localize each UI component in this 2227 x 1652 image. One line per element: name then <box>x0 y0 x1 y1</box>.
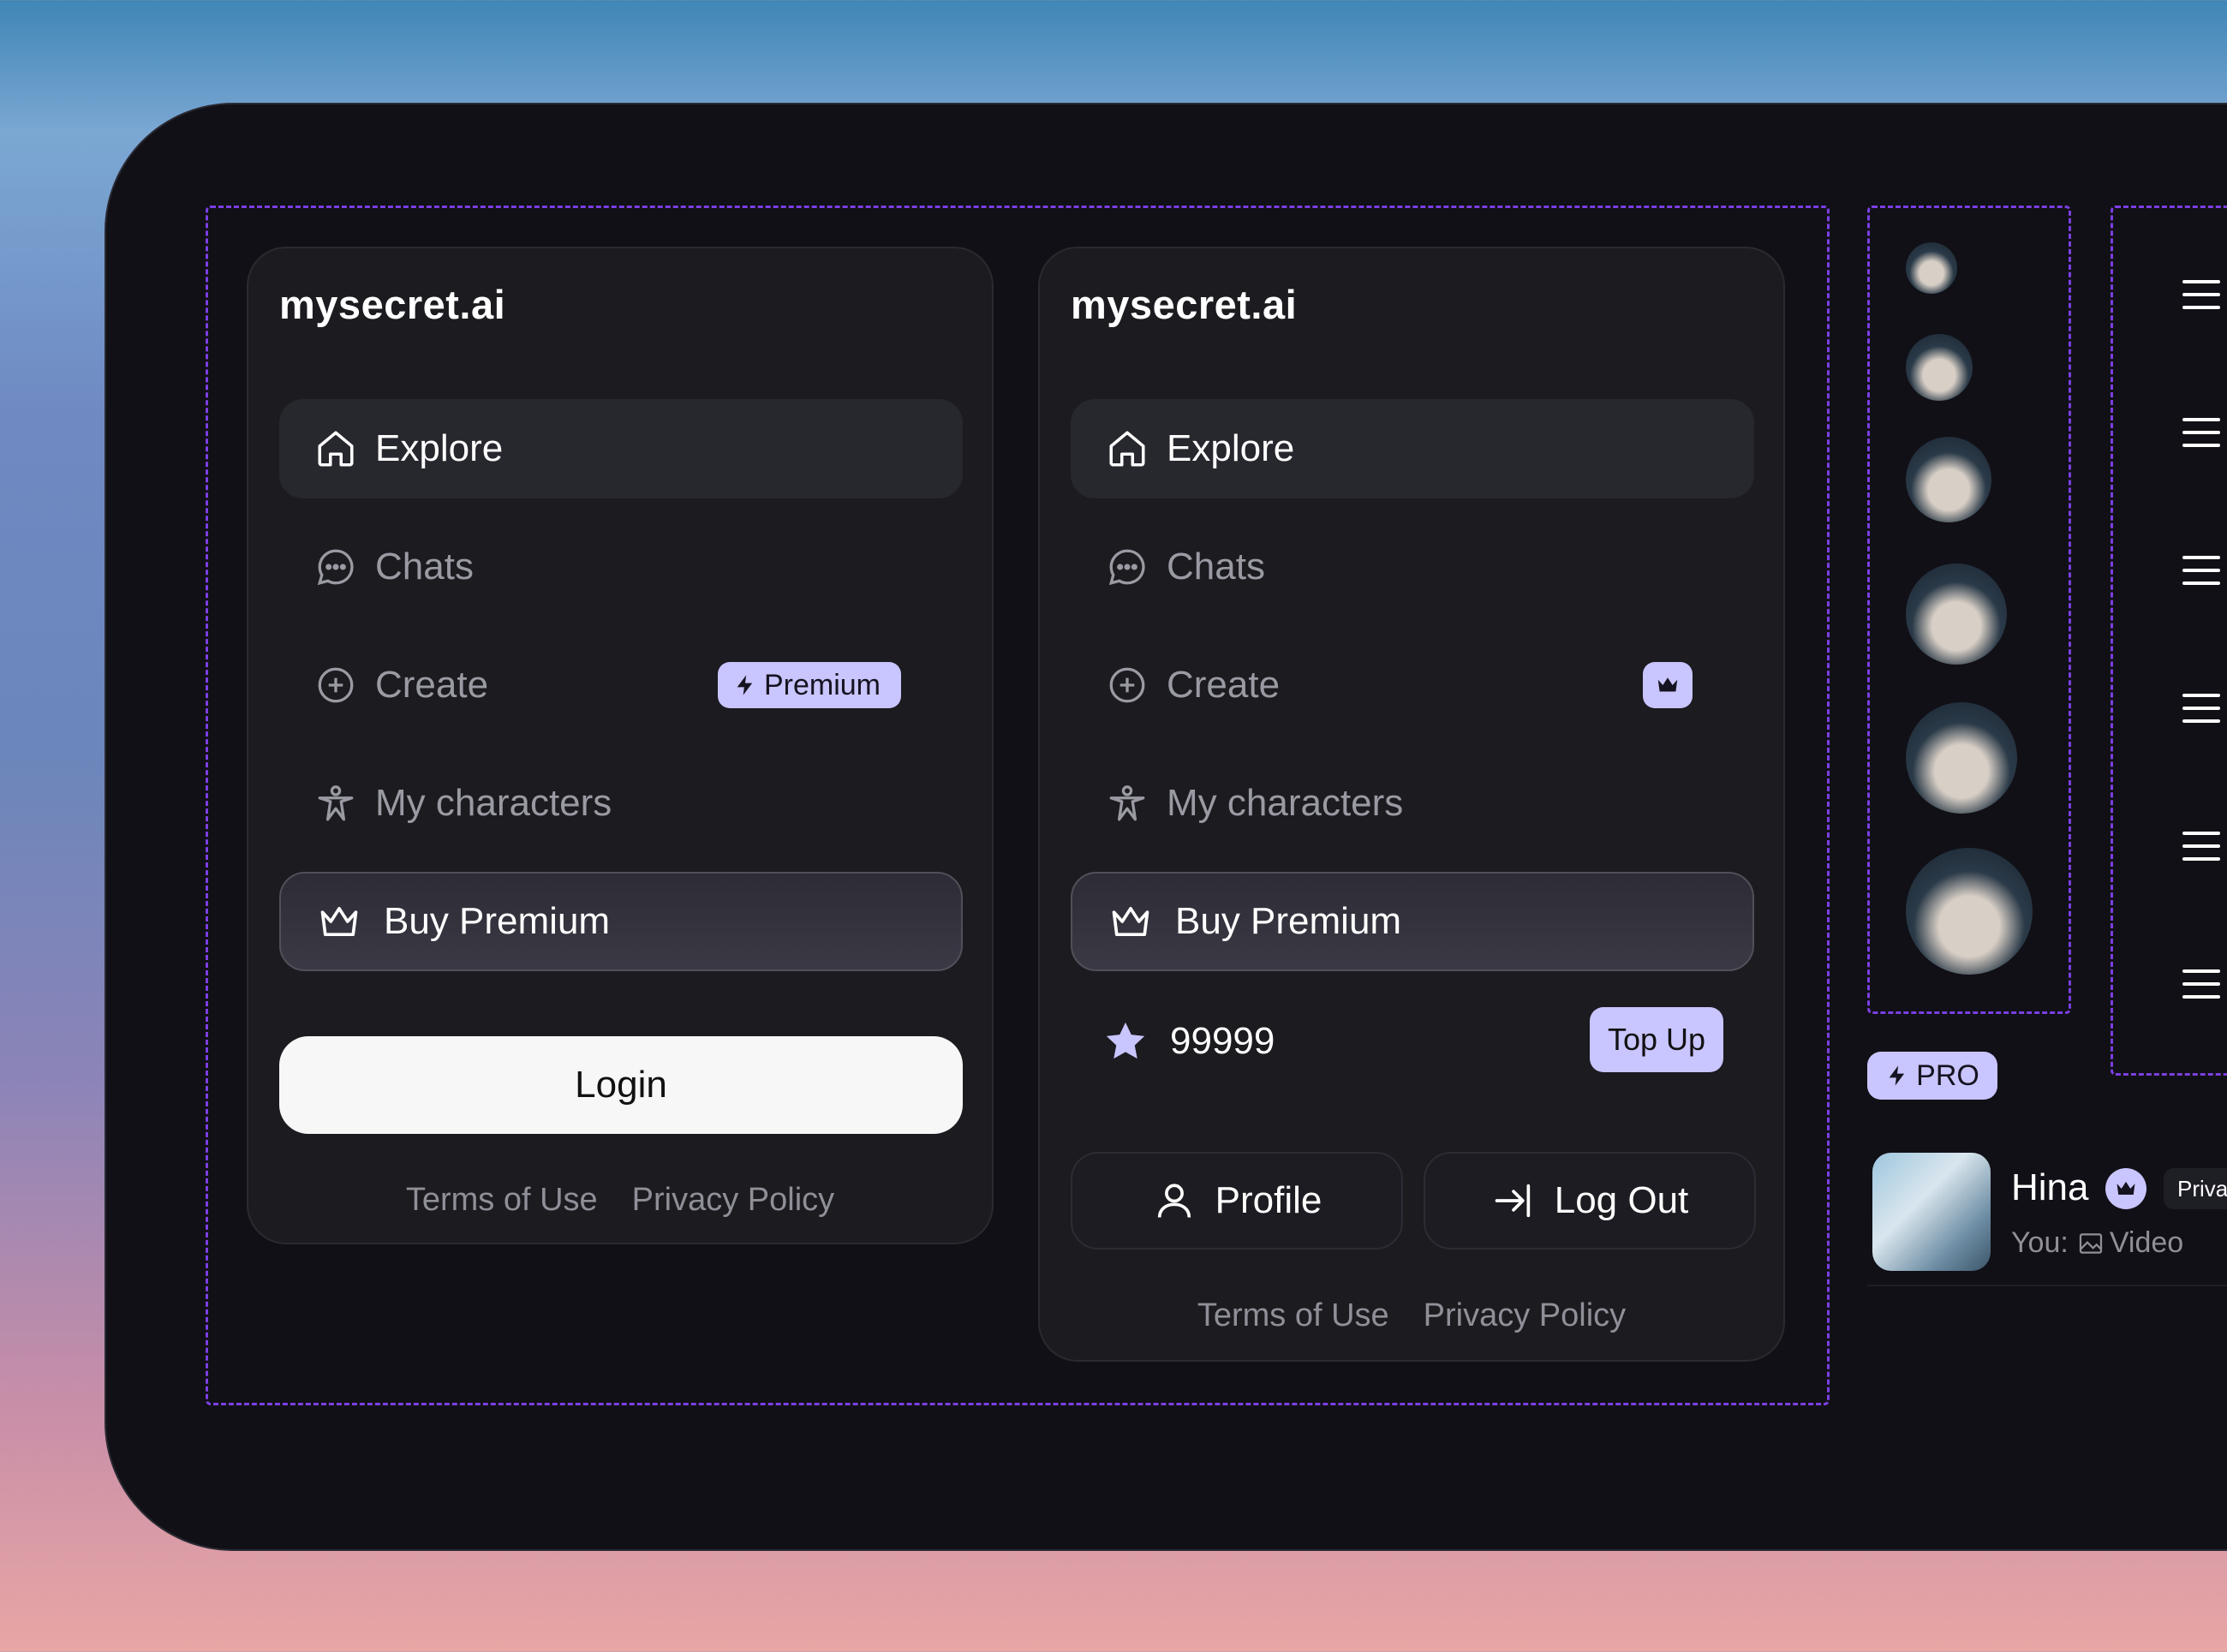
nav-item-explore[interactable]: Explore <box>1071 399 1754 498</box>
person-icon <box>313 781 358 826</box>
avatar-sm <box>1906 334 1973 401</box>
sidebar-logged-in: mysecret.ai Explore Chats Create My char… <box>1038 247 1785 1362</box>
menu-icon[interactable] <box>2182 832 2220 870</box>
login-button[interactable]: Login <box>279 1036 963 1134</box>
credits-balance: 99999 <box>1170 1020 1275 1062</box>
chat-name: Hina <box>2011 1166 2089 1208</box>
chat-bubble-icon <box>313 545 358 589</box>
credits-row: 99999 Top Up <box>1071 1007 1754 1076</box>
chat-preview: You: Video <box>2011 1226 2184 1259</box>
menu-icon[interactable] <box>2182 418 2220 456</box>
nav-item-label: Explore <box>375 427 504 469</box>
crown-icon <box>315 898 363 945</box>
crown-icon <box>2117 1181 2135 1195</box>
nav-item-label: Create <box>1167 664 1281 706</box>
buy-premium-button[interactable]: Buy Premium <box>279 872 963 971</box>
menu-icon[interactable] <box>2182 280 2220 319</box>
avatar-xxl <box>1906 848 2033 975</box>
image-icon <box>2079 1232 2102 1254</box>
plus-circle-icon <box>313 663 358 707</box>
menu-icon[interactable] <box>2182 556 2220 594</box>
brand-logo: mysecret.ai <box>279 282 506 327</box>
privacy-link[interactable]: Privacy Policy <box>632 1182 835 1219</box>
nav-item-create[interactable]: Create <box>1071 635 1754 735</box>
nav-item-create[interactable]: Create Premium <box>279 635 963 735</box>
nav-item-my-characters[interactable]: My characters <box>1071 754 1754 853</box>
star-icon <box>1106 1022 1145 1059</box>
avatar-lg <box>1906 564 2007 665</box>
nav-item-my-characters[interactable]: My characters <box>279 754 963 853</box>
nav-item-label: Chats <box>375 546 474 587</box>
crown-badge <box>1643 662 1693 708</box>
lightning-icon <box>737 675 753 695</box>
home-icon <box>1105 426 1149 471</box>
nav-item-explore[interactable]: Explore <box>279 399 963 498</box>
menu-icon[interactable] <box>2182 694 2220 732</box>
chat-list-item[interactable]: Hina Priva You: Video <box>1867 1148 2227 1286</box>
sidebar-logged-out: mysecret.ai Explore Chats Create Premium… <box>247 247 994 1244</box>
chat-avatar <box>1872 1153 1991 1271</box>
crown-icon <box>1107 898 1155 945</box>
brand-logo: mysecret.ai <box>1071 282 1298 327</box>
buy-premium-button[interactable]: Buy Premium <box>1071 872 1754 971</box>
nav-item-label: My characters <box>1167 782 1404 824</box>
terms-link[interactable]: Terms of Use <box>406 1182 598 1219</box>
plus-circle-icon <box>1105 663 1149 707</box>
person-icon <box>1105 781 1149 826</box>
logout-button[interactable]: Log Out <box>1424 1152 1756 1249</box>
user-icon <box>1157 1184 1191 1218</box>
nav-item-label: Explore <box>1167 427 1295 469</box>
menu-icon[interactable] <box>2182 969 2220 1008</box>
home-icon <box>313 426 358 471</box>
menu-group-outline <box>2111 206 2227 1076</box>
logout-icon <box>1495 1184 1530 1218</box>
footer-links: Terms of Use Privacy Policy <box>248 1182 992 1219</box>
private-tag: Priva <box>2164 1168 2227 1209</box>
nav-item-label: Create <box>375 664 489 706</box>
nav-item-chats[interactable]: Chats <box>1071 517 1754 617</box>
privacy-link[interactable]: Privacy Policy <box>1424 1297 1627 1334</box>
premium-badge: Premium <box>717 662 901 708</box>
lightning-icon <box>1889 1065 1905 1086</box>
avatar-xl <box>1906 702 2017 814</box>
avatar-xs <box>1906 242 1957 294</box>
crown-icon <box>1657 677 1678 692</box>
nav-item-label: My characters <box>375 782 612 824</box>
terms-link[interactable]: Terms of Use <box>1197 1297 1389 1334</box>
profile-button[interactable]: Profile <box>1071 1152 1403 1249</box>
nav-item-label: Chats <box>1167 546 1265 587</box>
pro-badge: PRO <box>1867 1052 1997 1100</box>
top-up-button[interactable]: Top Up <box>1590 1007 1723 1072</box>
chat-bubble-icon <box>1105 545 1149 589</box>
avatar-md <box>1906 437 1991 522</box>
nav-item-chats[interactable]: Chats <box>279 517 963 617</box>
footer-links: Terms of Use Privacy Policy <box>1040 1297 1783 1334</box>
crown-badge <box>2105 1168 2146 1209</box>
